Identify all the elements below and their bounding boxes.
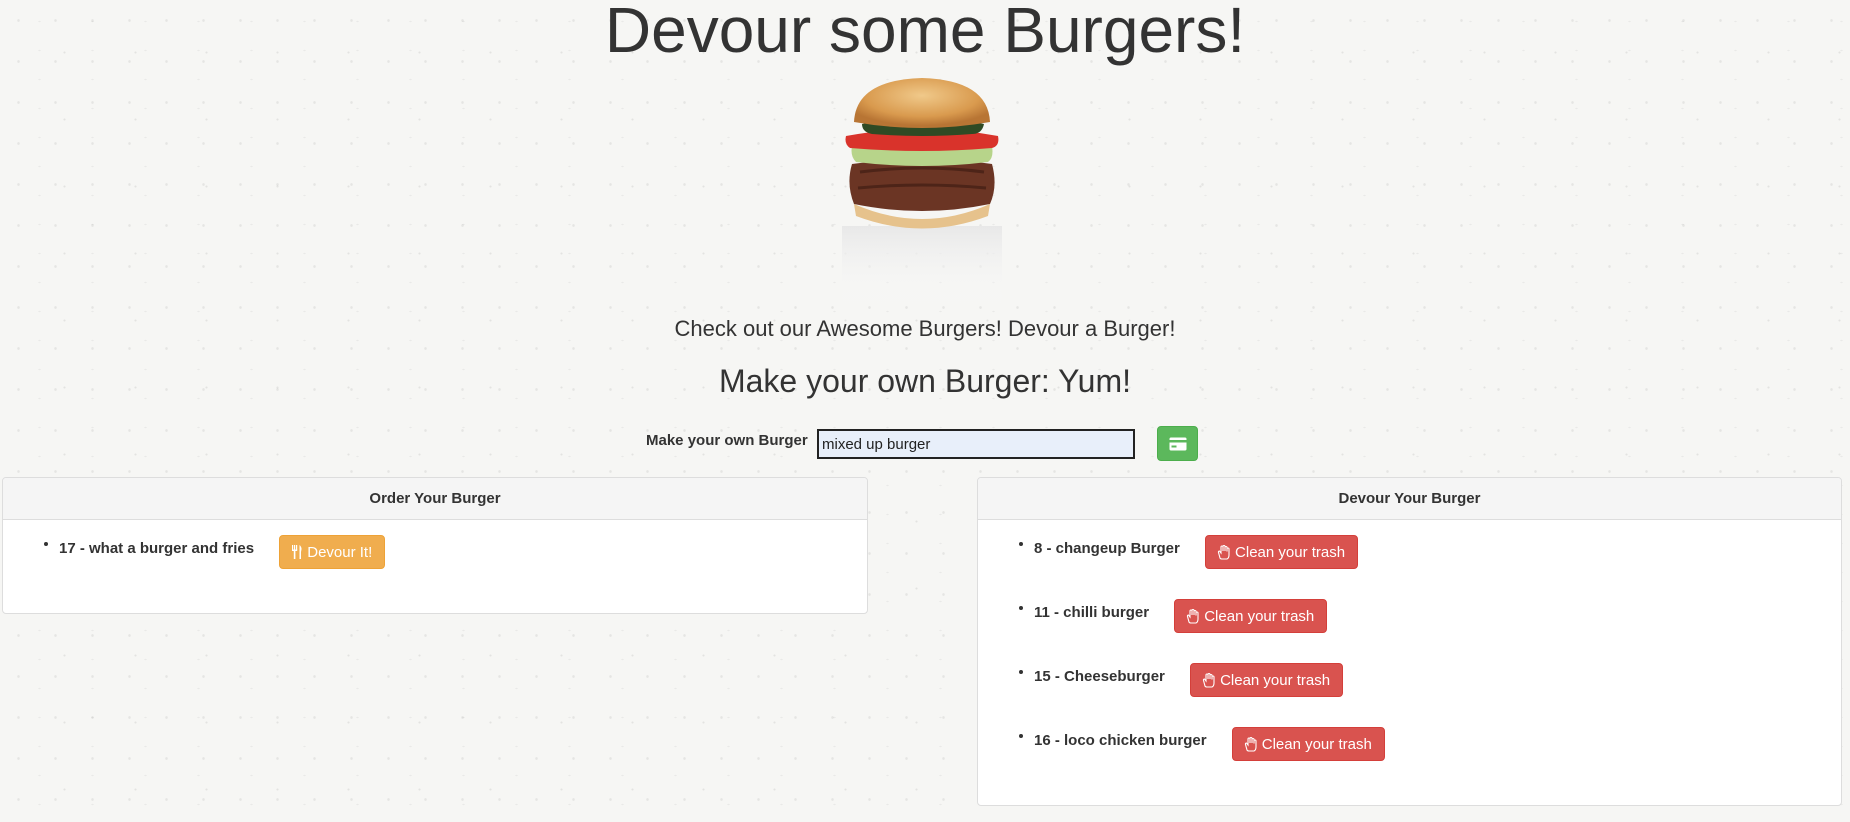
clean-trash-button-label: Clean your trash [1235, 543, 1346, 561]
list-item: 11 - chilli burger Clean your trash [1034, 599, 1841, 663]
burger-name: 17 - what a burger and fries [59, 540, 255, 557]
list-item: 16 - loco chicken burger Clean your tras… [1034, 727, 1841, 791]
list-item: 15 - Cheeseburger Clean your trash [1034, 663, 1841, 727]
clean-trash-button-label: Clean your trash [1261, 735, 1372, 753]
devour-button[interactable]: Devour It! [279, 535, 386, 569]
list-item: 17 - what a burger and fries Devour It! [59, 535, 867, 599]
order-list: 17 - what a burger and fries Devour It! [3, 520, 867, 599]
burger-name: 15 - Cheeseburger [1034, 668, 1165, 685]
page-title: Devour some Burgers! [604, 0, 1246, 66]
hand-icon [1186, 608, 1200, 624]
hand-icon [1217, 544, 1231, 560]
order-panel: Order Your Burger 17 - what a burger and… [2, 477, 868, 614]
devour-panel: Devour Your Burger 8 - changeup Burger C… [977, 477, 1842, 806]
cutlery-icon [291, 545, 303, 559]
burger-name-label: Make your own Burger [646, 432, 808, 449]
devour-panel-heading: Devour Your Burger [978, 478, 1841, 520]
burger-image [842, 78, 1002, 312]
clean-trash-button[interactable]: Clean your trash [1205, 535, 1359, 569]
burger-name: 11 - chilli burger [1034, 604, 1150, 621]
clean-trash-button-label: Clean your trash [1204, 607, 1315, 625]
devour-button-label: Devour It! [307, 543, 373, 561]
submit-burger-button[interactable] [1157, 426, 1198, 461]
burger-name-input[interactable] [817, 429, 1135, 459]
hand-icon [1202, 672, 1216, 688]
devoured-list: 8 - changeup Burger Clean your trash 11 … [978, 520, 1841, 791]
list-item: 8 - changeup Burger Clean your trash [1034, 535, 1841, 599]
order-panel-heading: Order Your Burger [3, 478, 867, 520]
section-title: Make your own Burger: Yum! [718, 363, 1132, 399]
burger-name: 16 - loco chicken burger [1034, 732, 1207, 749]
tagline: Check out our Awesome Burgers! Devour a … [674, 316, 1176, 341]
clean-trash-button[interactable]: Clean your trash [1231, 727, 1385, 761]
burger-name: 8 - changeup Burger [1034, 540, 1180, 557]
hand-icon [1244, 736, 1258, 752]
clean-trash-button[interactable]: Clean your trash [1174, 599, 1328, 633]
clean-trash-button[interactable]: Clean your trash [1190, 663, 1344, 697]
credit-card-icon [1169, 437, 1186, 450]
clean-trash-button-label: Clean your trash [1220, 671, 1331, 689]
